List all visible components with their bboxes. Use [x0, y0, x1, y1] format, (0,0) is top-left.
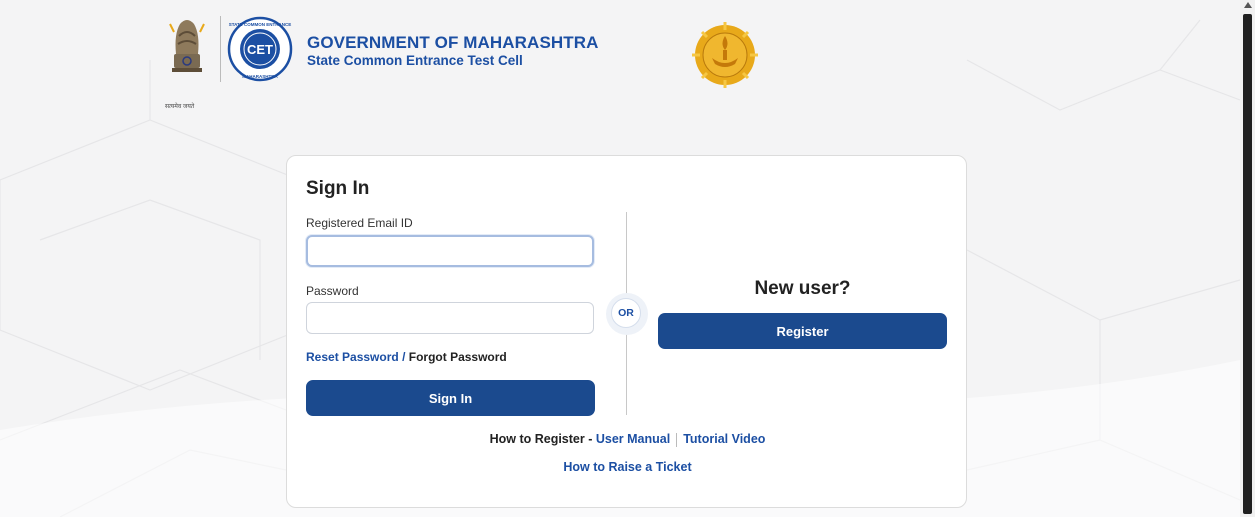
login-card: Sign In Registered Email ID Password Res… — [286, 155, 967, 508]
register-button[interactable]: Register — [658, 313, 947, 349]
tutorial-video-link[interactable]: Tutorial Video — [683, 432, 765, 446]
maharashtra-seal-icon — [692, 22, 758, 88]
cell-subtitle: State Common Entrance Test Cell — [307, 53, 523, 68]
reset-password-link[interactable]: Reset Password — [306, 350, 399, 364]
emblem-caption: सत्यमेव जयते — [165, 104, 195, 110]
password-input[interactable] — [306, 302, 594, 334]
scroll-thumb[interactable] — [1243, 14, 1252, 514]
help-separator — [676, 432, 678, 447]
password-help-row: Reset Password / Forgot Password — [306, 350, 507, 364]
national-emblem-icon — [169, 20, 205, 72]
svg-text:CET: CET — [247, 42, 273, 57]
svg-text:STATE COMMON ENTRANCE: STATE COMMON ENTRANCE — [229, 22, 292, 27]
help-links-row: How to Register - User Manual Tutorial Vi… — [287, 432, 968, 447]
link-separator: / — [402, 350, 406, 364]
signin-title: Sign In — [306, 178, 370, 199]
raise-ticket-link[interactable]: How to Raise a Ticket — [563, 460, 691, 474]
site-header: सत्यमेव जयते CET STATE COMMON ENTRANCE M… — [160, 12, 780, 110]
email-label: Registered Email ID — [306, 216, 413, 230]
government-title: GOVERNMENT OF MAHARASHTRA — [307, 33, 599, 52]
signin-button[interactable]: Sign In — [306, 380, 595, 416]
ticket-row: How to Raise a Ticket — [287, 460, 968, 474]
password-label: Password — [306, 284, 359, 298]
new-user-heading: New user? — [754, 278, 851, 299]
how-to-register-label: How to Register - — [489, 432, 593, 446]
scroll-up-icon[interactable] — [1244, 2, 1252, 8]
page-scrollbar[interactable] — [1240, 0, 1255, 517]
email-input[interactable] — [306, 235, 594, 267]
forgot-password-link[interactable]: Forgot Password — [409, 350, 507, 364]
or-badge: OR — [611, 298, 641, 328]
header-divider — [220, 16, 221, 82]
cet-logo-icon: CET STATE COMMON ENTRANCE MAHARASHTRA — [227, 16, 293, 82]
user-manual-link[interactable]: User Manual — [596, 432, 670, 446]
svg-text:MAHARASHTRA: MAHARASHTRA — [242, 74, 278, 79]
